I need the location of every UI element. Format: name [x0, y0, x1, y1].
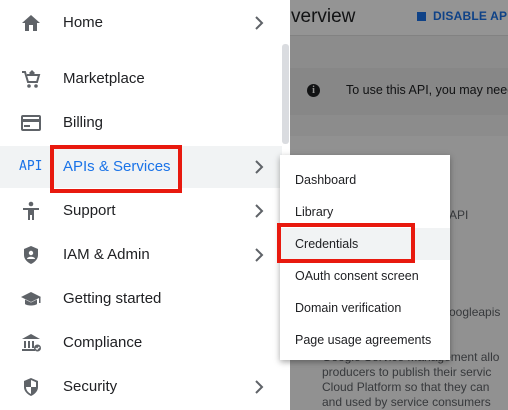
- submenu-item-dashboard[interactable]: Dashboard: [280, 164, 450, 196]
- nav-item-billing[interactable]: Billing: [0, 102, 282, 144]
- chevron-right-icon: [255, 248, 264, 262]
- bank-building-icon: [22, 334, 41, 352]
- nav-item-label: Compliance: [63, 334, 143, 351]
- highlight-box-apis-services: [50, 145, 182, 193]
- nav-item-label: Billing: [63, 114, 104, 131]
- api-icon: API: [19, 159, 43, 174]
- submenu-item-label: Library: [295, 205, 334, 219]
- nav-item-label: Security: [63, 378, 118, 395]
- nav-item-label: Getting started: [63, 290, 162, 307]
- navigation-drawer: Home Marketplace Billing API APIs & Serv…: [0, 0, 290, 410]
- highlight-box-credentials: [277, 223, 415, 263]
- chevron-right-icon: [255, 380, 264, 394]
- billing-card-icon: [21, 115, 41, 131]
- submenu-item-oauth-consent-screen[interactable]: OAuth consent screen: [280, 260, 450, 292]
- submenu-item-label: Domain verification: [295, 301, 402, 315]
- nav-item-marketplace[interactable]: Marketplace: [0, 58, 282, 100]
- home-icon: [22, 15, 40, 31]
- chevron-right-icon: [255, 204, 264, 218]
- graduation-cap-icon: [21, 292, 41, 306]
- nav-item-label: Support: [63, 202, 116, 219]
- nav-item-getting-started[interactable]: Getting started: [0, 278, 282, 320]
- submenu-item-page-usage-agreements[interactable]: Page usage agreements: [280, 324, 450, 356]
- submenu-item-label: OAuth consent screen: [295, 269, 419, 283]
- chevron-right-icon: [255, 160, 264, 174]
- nav-item-home[interactable]: Home: [0, 2, 282, 44]
- nav-item-label: Marketplace: [63, 70, 145, 87]
- security-shield-icon: [24, 378, 38, 396]
- nav-item-label: IAM & Admin: [63, 246, 150, 263]
- drawer-scrollbar[interactable]: [282, 44, 289, 144]
- nav-item-label: Home: [63, 14, 104, 31]
- nav-item-support[interactable]: Support: [0, 190, 282, 232]
- nav-item-compliance[interactable]: Compliance: [0, 322, 282, 364]
- shield-icon: [24, 246, 38, 264]
- submenu-item-label: Dashboard: [295, 173, 357, 187]
- marketplace-cart-icon: [22, 70, 41, 88]
- submenu-item-label: Page usage agreements: [295, 333, 432, 347]
- nav-item-iam-admin[interactable]: IAM & Admin: [0, 234, 282, 276]
- submenu-item-domain-verification[interactable]: Domain verification: [280, 292, 450, 324]
- support-person-icon: [23, 201, 39, 220]
- chevron-right-icon: [255, 16, 264, 30]
- nav-item-security[interactable]: Security: [0, 366, 282, 408]
